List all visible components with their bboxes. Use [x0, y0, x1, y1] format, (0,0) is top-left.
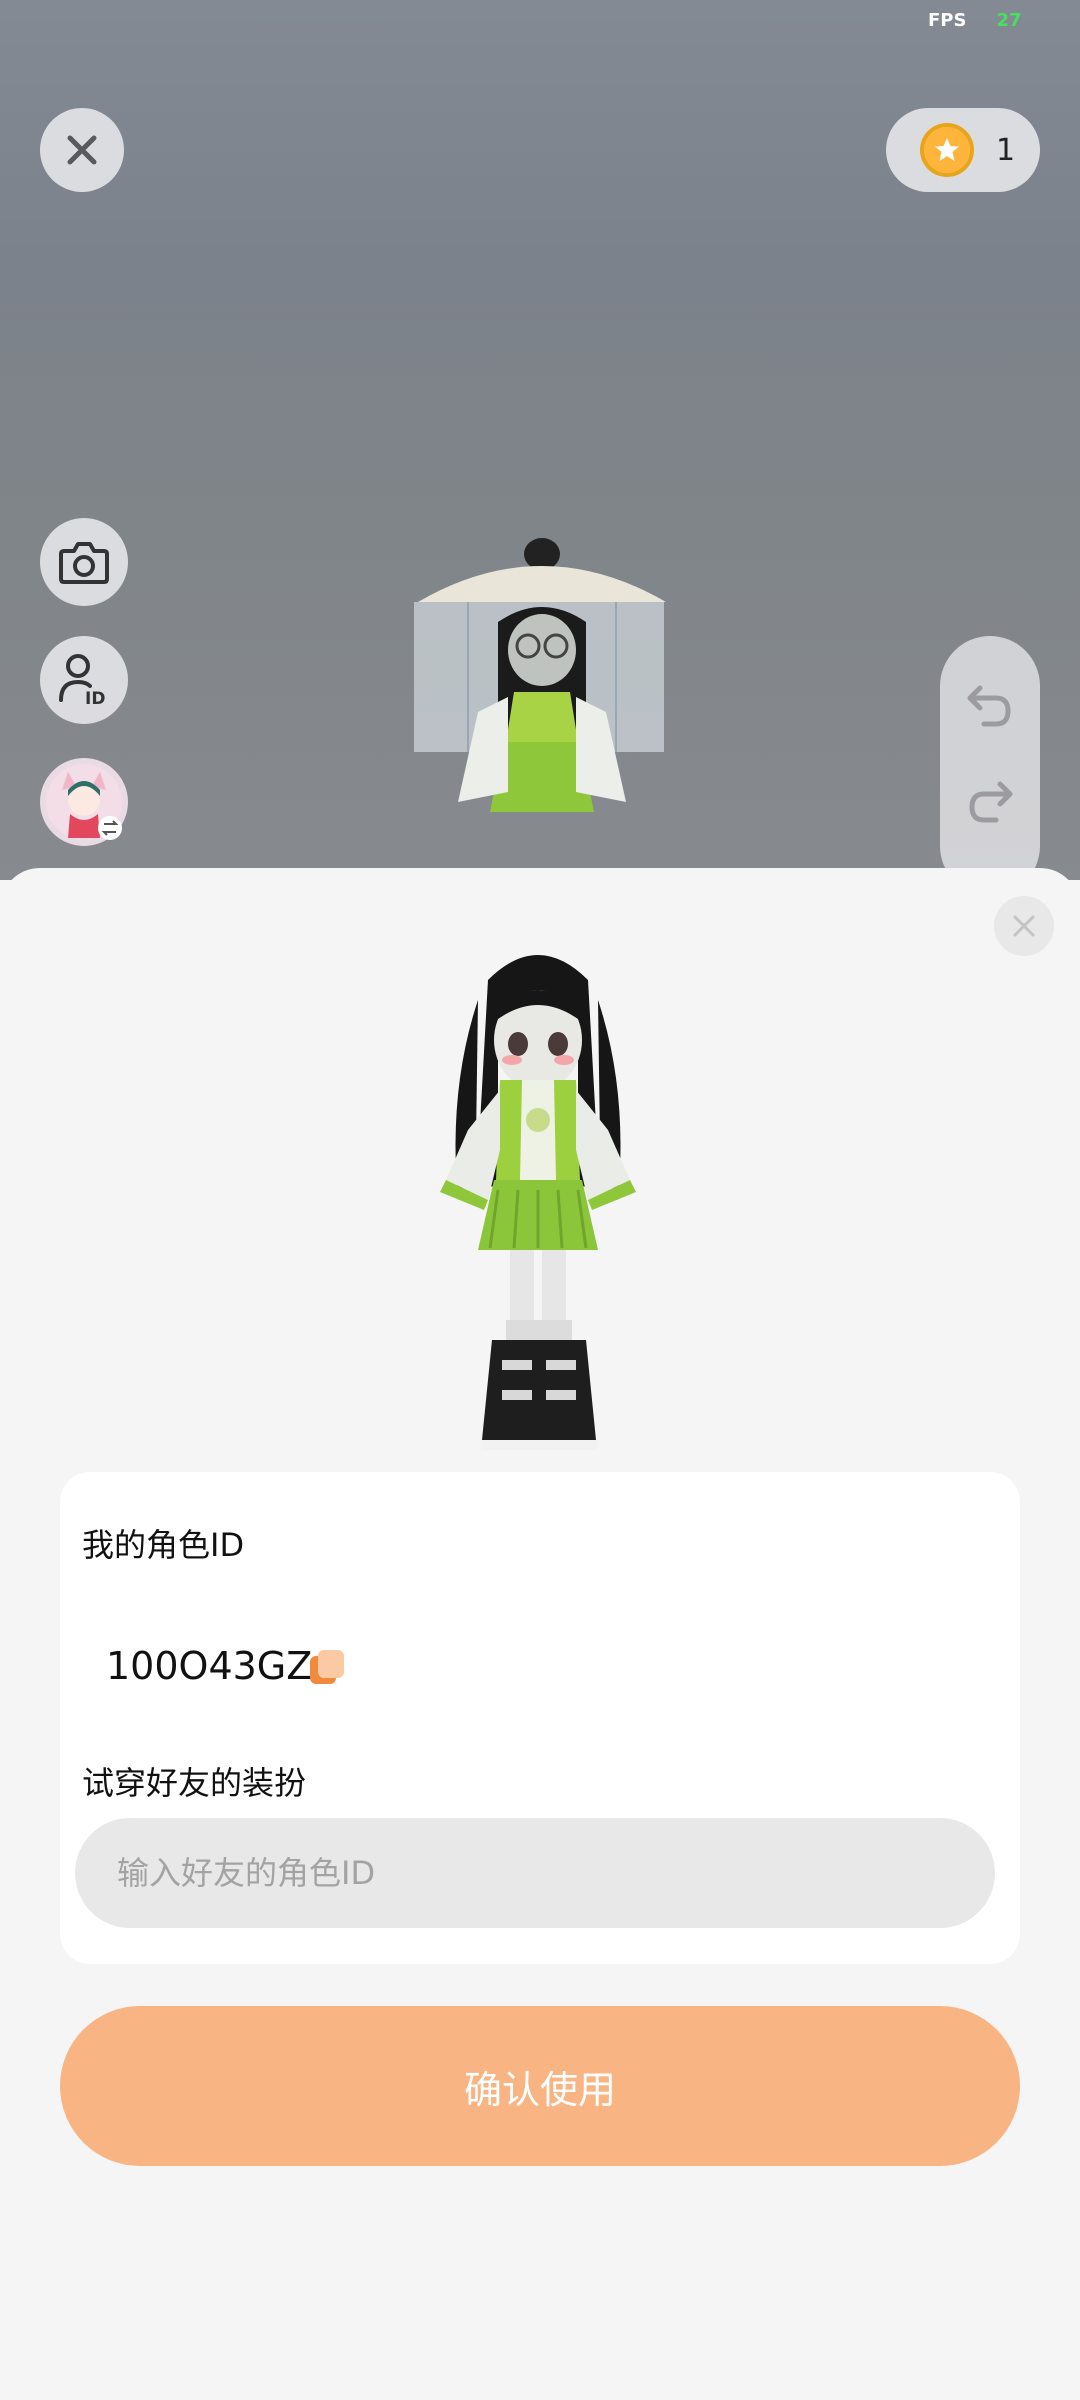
- close-icon: [1013, 915, 1035, 937]
- confirm-button[interactable]: 确认使用: [60, 2006, 1020, 2166]
- character-preview: [440, 955, 636, 1450]
- copy-icon[interactable]: [308, 1648, 346, 1686]
- character-id-button[interactable]: ID: [40, 636, 128, 724]
- try-on-label: 试穿好友的装扮: [82, 1764, 307, 1802]
- fps-value: 27: [996, 10, 1022, 31]
- camera-button[interactable]: [40, 518, 128, 606]
- user-id-icon: ID: [59, 654, 105, 708]
- sheet-close-button[interactable]: [994, 896, 1054, 956]
- scene-character[interactable]: [408, 532, 678, 892]
- close-scene-button[interactable]: [40, 108, 124, 192]
- fps-counter: FPS 27: [928, 10, 1022, 31]
- coin-icon: [920, 123, 974, 177]
- undo-redo-panel: [940, 636, 1040, 896]
- undo-icon[interactable]: [964, 680, 1016, 732]
- my-id-value: 100O43GZ: [106, 1644, 313, 1688]
- fps-label: FPS: [928, 10, 967, 31]
- friend-id-input[interactable]: [75, 1818, 995, 1928]
- my-id-label: 我的角色ID: [82, 1526, 245, 1564]
- switch-avatar-button[interactable]: [40, 758, 128, 846]
- svg-text:ID: ID: [85, 689, 105, 708]
- close-icon: [67, 135, 97, 165]
- redo-icon[interactable]: [964, 776, 1016, 828]
- coin-balance[interactable]: 1: [886, 108, 1040, 192]
- camera-icon: [59, 542, 109, 584]
- avatar-switch-icon: [46, 764, 122, 840]
- coin-count: 1: [996, 132, 1016, 168]
